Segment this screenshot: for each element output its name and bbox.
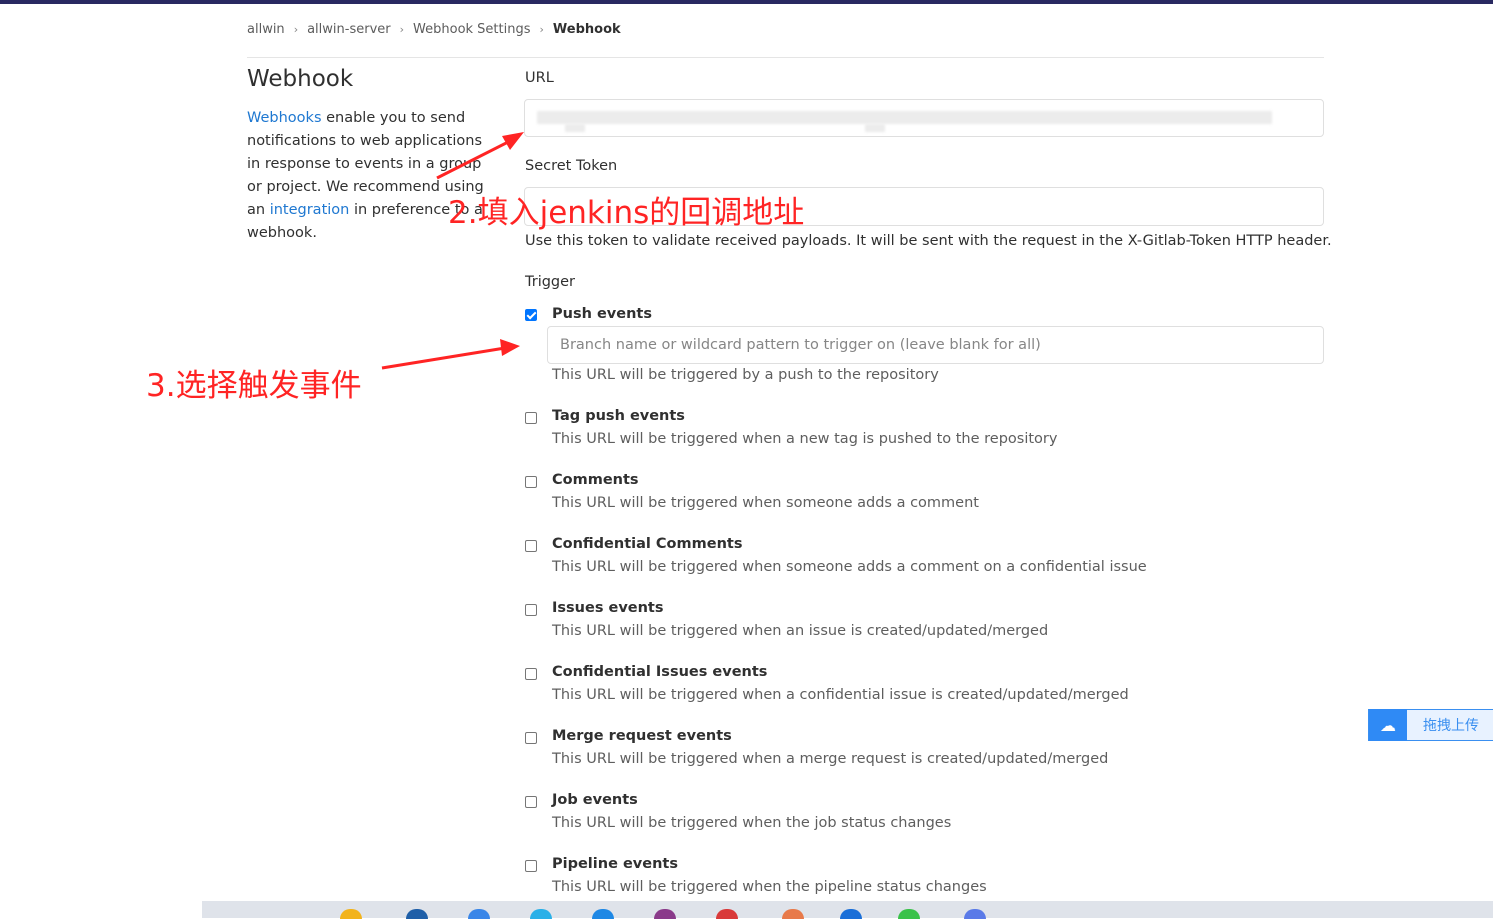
taskbar-search-area	[0, 901, 202, 918]
arrow-to-url-line	[436, 138, 513, 180]
annotation-step-2: 2.填入jenkins的回调地址	[448, 195, 805, 231]
annotation-arrows	[381, 132, 524, 370]
drag-upload-label: 拖拽上传	[1423, 718, 1479, 734]
arrow-to-events-head	[500, 339, 520, 356]
drag-upload-button[interactable]: ☁ 拖拽上传	[1368, 709, 1493, 741]
cloud-icon: ☁	[1369, 709, 1407, 741]
annotation-step-3: 3.选择触发事件	[146, 368, 362, 404]
arrow-to-events-line	[381, 346, 506, 370]
arrow-to-url-head	[502, 132, 524, 150]
os-taskbar	[0, 901, 1493, 919]
